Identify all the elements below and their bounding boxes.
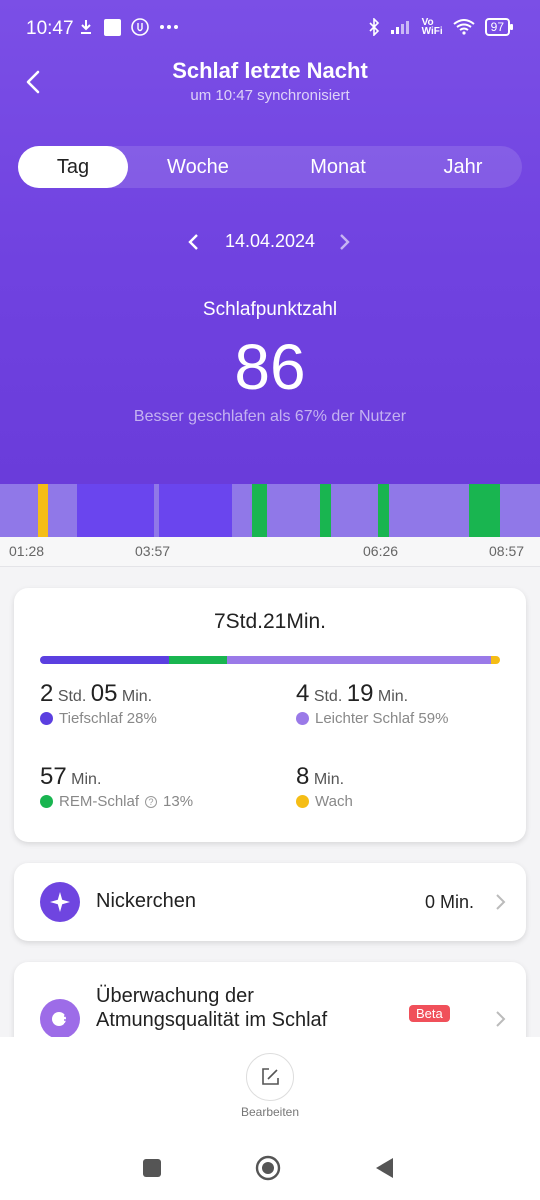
light-sleep-dot bbox=[296, 712, 309, 725]
battery-indicator: 97 bbox=[484, 18, 514, 36]
light-sleep-label: Leichter Schlaf 59% bbox=[315, 710, 449, 727]
chevron-right-icon bbox=[496, 894, 506, 910]
awake-stat: 8 Min. Wach bbox=[296, 763, 353, 810]
ratio-rem bbox=[168, 656, 227, 664]
help-icon[interactable]: ? bbox=[145, 795, 158, 808]
awake-duration: 8 Min. bbox=[296, 763, 345, 790]
bottom-bar: Bearbeiten bbox=[0, 1037, 540, 1200]
date-navigator: 14.04.2024 bbox=[0, 228, 540, 256]
total-sleep-duration: 7Std.21Min. bbox=[213, 610, 327, 633]
tick-label: 03:57 bbox=[135, 543, 171, 559]
hands-icon bbox=[131, 18, 149, 36]
timeline-axis: 01:28 03:57 06:26 08:57 bbox=[0, 537, 540, 567]
score-comparison: Besser geschlafen als 67% der Nutzer bbox=[133, 408, 407, 425]
light-sleep-stat: 4 Std. 19 Min. Leichter Schlaf 59% bbox=[296, 680, 448, 727]
next-day-button[interactable] bbox=[336, 232, 352, 252]
edit-icon bbox=[262, 1068, 279, 1085]
home-button[interactable] bbox=[255, 1155, 281, 1181]
ratio-light bbox=[226, 656, 491, 664]
timeline-segment-awake bbox=[38, 484, 48, 537]
timeline-segment-rem bbox=[320, 484, 331, 537]
tab-week[interactable]: Woche bbox=[146, 146, 250, 188]
sleep-stage-timeline[interactable] bbox=[0, 484, 540, 537]
rem-sleep-percent: 13% bbox=[163, 793, 194, 810]
tick-label: 01:28 bbox=[9, 543, 45, 559]
edit-button[interactable] bbox=[246, 1053, 294, 1101]
rem-sleep-duration: 57 Min. bbox=[40, 763, 102, 790]
sleep-summary-card: 7Std.21Min. 2 Std. 05 Min. Tiefschlaf 28… bbox=[14, 588, 526, 842]
tab-year[interactable]: Jahr bbox=[418, 146, 508, 188]
sleep-score: 86 bbox=[234, 331, 306, 403]
tick-label: 06:26 bbox=[363, 543, 399, 559]
header-hero: 10:47 Vo WiFi 97 Schlaf letzte Nacht um 1… bbox=[0, 0, 540, 484]
deep-sleep-label: Tiefschlaf 28% bbox=[59, 710, 157, 727]
ratio-awake bbox=[490, 656, 500, 664]
rem-sleep-stat: 57 Min. REM-Schlaf? 13% bbox=[40, 763, 193, 810]
timeline-segment-deep bbox=[159, 484, 232, 537]
timeline-segment-rem bbox=[378, 484, 389, 537]
status-time: 10:47 bbox=[26, 18, 74, 39]
notification-icons bbox=[78, 18, 179, 36]
rem-sleep-label: REM-Schlaf bbox=[59, 793, 140, 810]
more-icon bbox=[160, 25, 178, 29]
stage-ratio-bar bbox=[40, 656, 500, 664]
current-date: 14.04.2024 bbox=[224, 231, 316, 251]
period-selector: Tag Woche Monat Jahr bbox=[18, 146, 522, 188]
nap-title: Nickerchen bbox=[96, 890, 197, 912]
score-label: Schlafpunktzahl bbox=[202, 299, 338, 320]
tick-label: 08:57 bbox=[489, 543, 525, 559]
system-icons: Vo WiFi 97 bbox=[368, 17, 514, 37]
sync-status: um 10:47 synchronisiert bbox=[190, 87, 350, 104]
beta-badge: Beta bbox=[409, 1005, 450, 1022]
status-bar: 10:47 Vo WiFi 97 bbox=[0, 0, 540, 60]
square-icon bbox=[104, 18, 121, 36]
bluetooth-icon bbox=[369, 18, 379, 36]
rem-sleep-dot bbox=[40, 795, 53, 808]
download-icon bbox=[81, 20, 91, 34]
tab-day[interactable]: Tag bbox=[18, 146, 128, 188]
page-title: Schlaf letzte Nacht bbox=[172, 58, 368, 83]
nap-value: 0 Min. bbox=[424, 892, 474, 912]
awake-label: Wach bbox=[315, 793, 353, 810]
sparkle-icon bbox=[40, 882, 80, 922]
timeline-segment-deep bbox=[77, 484, 154, 537]
light-sleep-duration: 4 Std. 19 Min. bbox=[296, 680, 409, 707]
deep-sleep-dot bbox=[40, 712, 53, 725]
chevron-right-icon bbox=[496, 1011, 506, 1027]
signal-icon bbox=[390, 21, 409, 34]
breathing-title: Überwachung der Atmungsqualität im Schla… bbox=[96, 985, 328, 1031]
edit-label: Bearbeiten bbox=[240, 1105, 300, 1119]
nap-row[interactable]: Nickerchen 0 Min. bbox=[14, 863, 526, 941]
recent-apps-button[interactable] bbox=[139, 1155, 165, 1181]
wifi-icon bbox=[453, 19, 475, 35]
timeline-segment-rem bbox=[252, 484, 267, 537]
timeline-segment-rem bbox=[469, 484, 500, 537]
tab-month[interactable]: Monat bbox=[286, 146, 390, 188]
awake-dot bbox=[296, 795, 309, 808]
deep-sleep-stat: 2 Std. 05 Min. Tiefschlaf 28% bbox=[40, 680, 157, 727]
deep-sleep-duration: 2 Std. 05 Min. bbox=[40, 680, 153, 707]
vowifi-icon: Vo WiFi bbox=[421, 17, 443, 37]
back-nav-button[interactable] bbox=[372, 1155, 398, 1181]
ratio-deep bbox=[40, 656, 169, 664]
breathing-icon bbox=[40, 999, 80, 1039]
